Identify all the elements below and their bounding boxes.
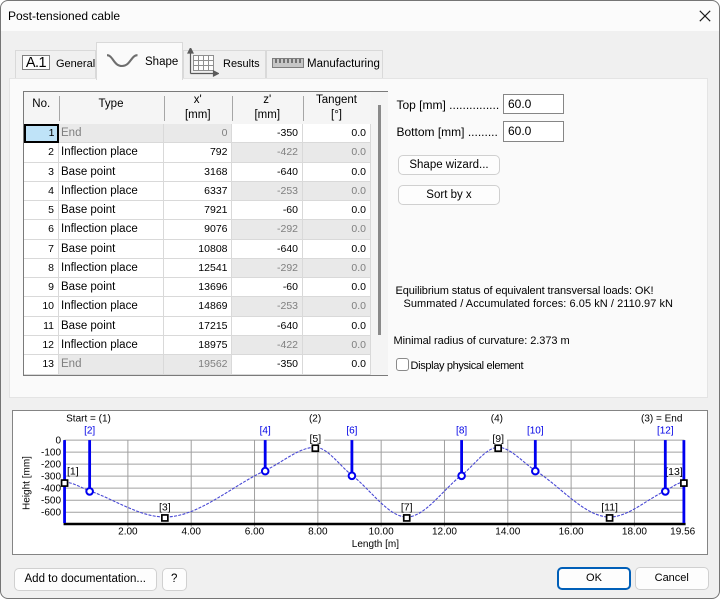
svg-text:18.00: 18.00 [622,527,647,538]
svg-text:[2]: [2] [84,425,95,436]
svg-text:[4]: [4] [260,425,271,436]
svg-text:[12]: [12] [657,425,674,436]
svg-text:-200: -200 [41,460,61,471]
svg-text:0: 0 [55,436,61,447]
svg-text:[6]: [6] [346,425,357,436]
svg-text:10.00: 10.00 [369,527,394,538]
svg-text:2.00: 2.00 [118,527,138,538]
svg-text:[10]: [10] [527,425,544,436]
svg-text:[9]: [9] [492,433,504,445]
svg-text:16.00: 16.00 [559,527,584,538]
svg-text:19.56: 19.56 [670,527,695,538]
svg-text:8.00: 8.00 [308,527,328,538]
svg-text:14.00: 14.00 [495,527,520,538]
svg-text:[7]: [7] [401,502,413,514]
svg-text:4.00: 4.00 [181,527,201,538]
svg-text:-400: -400 [41,484,61,495]
svg-text:12.00: 12.00 [432,527,457,538]
svg-text:Length [m]: Length [m] [352,539,399,550]
svg-text:[13]: [13] [665,466,683,478]
svg-text:[11]: [11] [601,502,618,514]
svg-text:(4): (4) [491,414,503,425]
svg-text:6.00: 6.00 [245,527,265,538]
svg-text:[3]: [3] [159,502,171,514]
svg-text:-100: -100 [41,448,61,459]
svg-text:[8]: [8] [456,425,467,436]
svg-text:-600: -600 [41,508,61,519]
svg-text:(3) = End: (3) = End [641,414,682,425]
svg-text:Start = (1): Start = (1) [66,414,111,425]
svg-text:-300: -300 [41,472,61,483]
svg-text:Height [mm]: Height [mm] [22,456,33,510]
svg-text:(2): (2) [309,414,321,425]
svg-text:-500: -500 [41,496,61,507]
svg-text:[1]: [1] [67,466,79,478]
svg-text:[5]: [5] [309,433,321,445]
